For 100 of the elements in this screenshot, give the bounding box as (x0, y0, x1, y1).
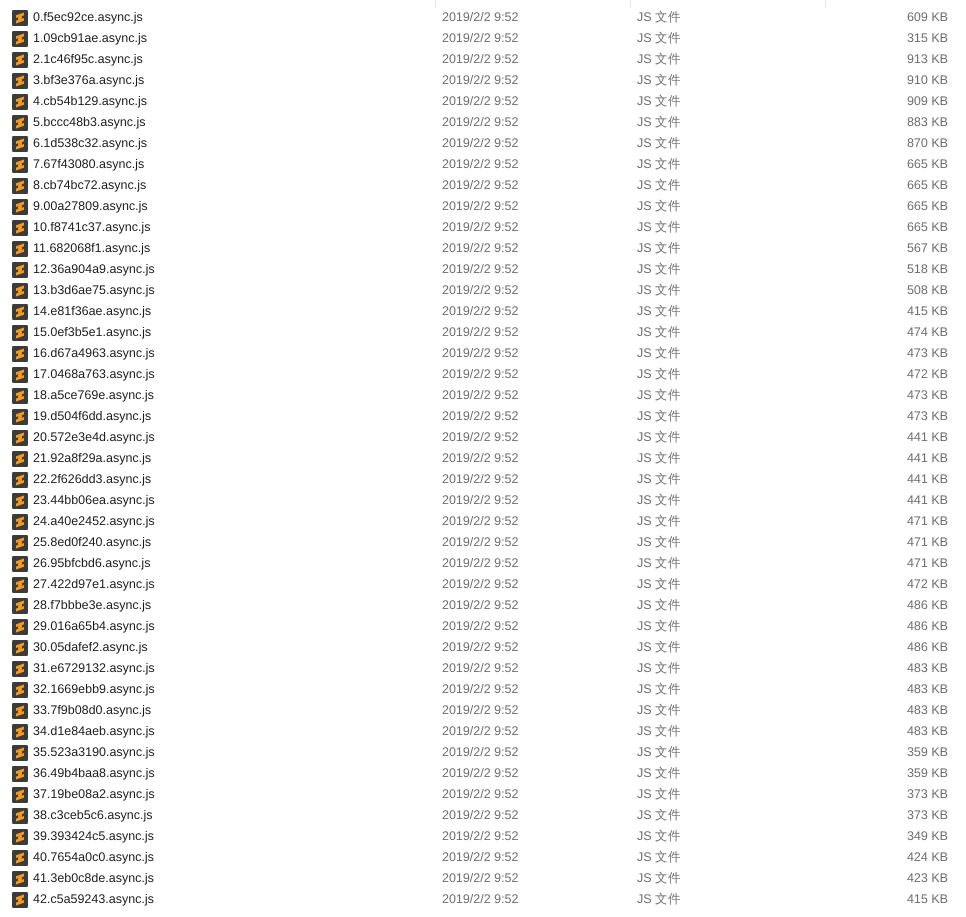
file-name[interactable]: 6.1d538c32.async.js (33, 134, 147, 153)
modified-date: 2019/2/2 9:52 (442, 388, 518, 402)
file-icon (12, 156, 28, 172)
file-type: JS 文件 (637, 682, 682, 696)
file-icon (12, 30, 28, 46)
file-name[interactable]: 40.7654a0c0.async.js (33, 848, 154, 867)
file-size: 359 KB (906, 765, 948, 782)
modified-date: 2019/2/2 9:52 (442, 577, 518, 592)
file-size: 441 KB (906, 450, 948, 468)
file-name[interactable]: 27.422d97e1.async.js (33, 575, 155, 594)
file-name[interactable]: 38.c3ceb5c6.async.js (33, 806, 153, 825)
file-name[interactable]: 33.7f9b08d0.async.js (33, 701, 152, 720)
modified-date: 2019/2/2 9:52 (442, 325, 518, 340)
file-name[interactable]: 10.f8741c37.async.js (33, 218, 150, 237)
file-size: 609 KB (906, 9, 948, 26)
file-name[interactable]: 41.3eb0c8de.async.js (33, 869, 154, 888)
file-type: JS 文件 (637, 388, 682, 402)
file-icon (12, 850, 28, 866)
file-size: 883 KB (906, 114, 948, 132)
file-type: JS 文件 (637, 304, 682, 318)
modified-date: 2019/2/2 9:52 (442, 472, 518, 486)
file-name[interactable]: 7.67f43080.async.js (33, 155, 144, 174)
file-icon (12, 766, 28, 782)
file-type: JS 文件 (637, 640, 682, 654)
file-name[interactable]: 28.f7bbbe3e.async.js (33, 596, 152, 615)
file-size: 471 KB (906, 555, 948, 572)
file-name[interactable]: 11.682068f1.async.js (33, 239, 150, 258)
file-type: JS 文件 (637, 241, 682, 256)
file-name[interactable]: 0.f5ec92ce.async.js (33, 8, 143, 27)
file-size: 913 KB (906, 51, 948, 68)
file-name[interactable]: 1.09cb91ae.async.js (33, 29, 147, 48)
file-icon (12, 52, 28, 68)
file-name[interactable]: 13.b3d6ae75.async.js (33, 281, 155, 300)
modified-date: 2019/2/2 9:52 (442, 10, 518, 24)
file-icon (12, 114, 28, 130)
file-type: JS 文件 (637, 94, 682, 108)
file-type: JS 文件 (637, 766, 682, 780)
file-name[interactable]: 35.523a3190.async.js (33, 743, 155, 762)
file-name[interactable]: 4.cb54b129.async.js (33, 92, 147, 111)
file-name[interactable]: 29.016a65b4.async.js (33, 617, 155, 636)
file-type: JS 文件 (637, 745, 682, 760)
modified-date: 2019/2/2 9:52 (442, 304, 518, 318)
file-name[interactable]: 39.393424c5.async.js (33, 827, 154, 846)
file-name[interactable]: 25.8ed0f240.async.js (33, 533, 152, 552)
file-name[interactable]: 34.d1e84aeb.async.js (33, 722, 155, 741)
file-name[interactable]: 31.e6729132.async.js (33, 659, 155, 678)
modified-date: 2019/2/2 9:52 (442, 556, 518, 570)
file-size: 349 KB (906, 828, 948, 846)
file-type: JS 文件 (637, 262, 682, 276)
file-icon (12, 262, 28, 278)
file-name[interactable]: 12.36a904a9.async.js (33, 260, 155, 279)
file-name[interactable]: 30.05dafef2.async.js (33, 638, 148, 657)
file-size: 473 KB (906, 387, 948, 404)
file-icon (12, 282, 28, 298)
file-name[interactable]: 23.44bb06ea.async.js (33, 491, 155, 510)
file-name[interactable]: 37.19be08a2.async.js (33, 785, 155, 804)
file-name[interactable]: 5.bccc48b3.async.js (33, 113, 146, 132)
file-name[interactable]: 14.e81f36ae.async.js (33, 302, 152, 321)
file-icon (12, 324, 28, 340)
file-name[interactable]: 19.d504f6dd.async.js (33, 407, 152, 426)
file-type: JS 文件 (637, 31, 682, 46)
file-type: JS 文件 (637, 52, 682, 66)
file-icon (12, 72, 28, 88)
file-name[interactable]: 20.572e3e4d.async.js (33, 428, 155, 447)
file-name[interactable]: 17.0468a763.async.js (33, 365, 155, 384)
modified-date: 2019/2/2 9:52 (442, 829, 518, 844)
file-name[interactable]: 36.49b4baa8.async.js (33, 764, 155, 783)
file-name[interactable]: 21.92a8f29a.async.js (33, 449, 152, 468)
file-icon (12, 198, 28, 214)
modified-date: 2019/2/2 9:52 (442, 451, 518, 466)
file-size: 441 KB (906, 429, 948, 446)
file-name[interactable]: 26.95bfcbd6.async.js (33, 554, 150, 573)
modified-date: 2019/2/2 9:52 (442, 430, 518, 444)
file-name[interactable]: 18.a5ce769e.async.js (33, 386, 154, 405)
file-type: JS 文件 (637, 577, 682, 592)
file-name[interactable]: 2.1c46f95c.async.js (33, 50, 143, 69)
file-name[interactable]: 8.cb74bc72.async.js (33, 176, 146, 195)
file-name[interactable]: 32.1669ebb9.async.js (33, 680, 155, 699)
modified-date: 2019/2/2 9:52 (442, 262, 518, 276)
file-type: JS 文件 (637, 367, 682, 382)
file-icon (12, 892, 28, 908)
file-name[interactable]: 22.2f626dd3.async.js (33, 470, 152, 489)
file-icon (12, 388, 28, 404)
file-name[interactable]: 42.c5a59243.async.js (33, 890, 154, 909)
modified-date: 2019/2/2 9:52 (442, 682, 518, 696)
file-name[interactable]: 15.0ef3b5e1.async.js (33, 323, 152, 342)
file-size: 441 KB (906, 492, 948, 510)
file-size: 870 KB (906, 135, 948, 152)
file-name[interactable]: 9.00a27809.async.js (33, 197, 148, 216)
file-size: 415 KB (906, 891, 948, 908)
file-name[interactable]: 16.d67a4963.async.js (33, 344, 155, 363)
file-icon (12, 534, 28, 550)
file-icon (12, 430, 28, 446)
modified-date: 2019/2/2 9:52 (442, 598, 518, 612)
file-icon (12, 828, 28, 844)
file-icon (12, 640, 28, 656)
file-name[interactable]: 24.a40e2452.async.js (33, 512, 155, 531)
file-name[interactable]: 3.bf3e376a.async.js (33, 71, 144, 90)
file-size: 665 KB (906, 198, 948, 216)
modified-date: 2019/2/2 9:52 (442, 157, 518, 172)
